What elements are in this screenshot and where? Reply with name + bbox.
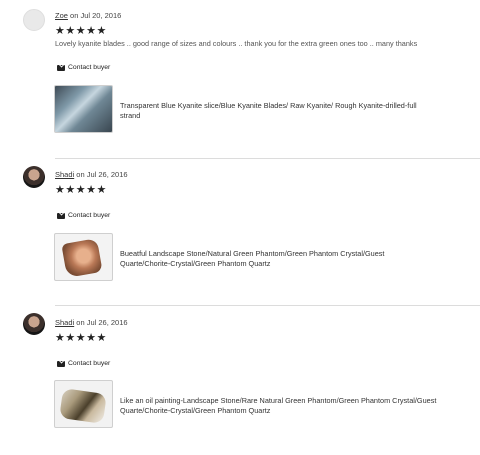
username-link[interactable]: Shadi	[55, 318, 74, 327]
star-rating: ★★★★★	[55, 25, 107, 37]
listing-title-line: strand	[120, 111, 141, 120]
listing-title[interactable]: Bueatful Landscape Stone/Natural Green P…	[120, 249, 384, 269]
contact-buyer-label: Contact buyer	[68, 360, 111, 367]
listing-title-line: Bueatful Landscape Stone/Natural Green P…	[120, 249, 385, 258]
avatar[interactable]	[23, 313, 45, 335]
review-date: on Jul 26, 2016	[76, 318, 128, 327]
mail-icon	[57, 360, 65, 367]
review-divider	[55, 305, 480, 306]
contact-buyer-label: Contact buyer	[68, 64, 111, 71]
review-meta: Zoe on Jul 20, 2016	[55, 11, 121, 20]
listing-thumbnail[interactable]	[54, 380, 113, 428]
mail-icon	[57, 64, 65, 71]
contact-buyer-button[interactable]: Contact buyer	[57, 212, 110, 219]
avatar[interactable]	[23, 166, 45, 188]
listing-title[interactable]: Transparent Blue Kyanite slice/Blue Kyan…	[120, 101, 417, 121]
star-rating: ★★★★★	[55, 332, 107, 344]
review-meta: Shadi on Jul 26, 2016	[55, 170, 128, 179]
listing-title-line: Transparent Blue Kyanite slice/Blue Kyan…	[120, 101, 417, 110]
contact-buyer-button[interactable]: Contact buyer	[57, 64, 110, 71]
username-link[interactable]: Shadi	[55, 170, 74, 179]
listing-title-line: Like an oil painting-Landscape Stone/Rar…	[120, 396, 437, 405]
mail-icon	[57, 212, 65, 219]
listing-thumbnail[interactable]	[54, 85, 113, 133]
stone-image	[61, 238, 103, 278]
username-link[interactable]: Zoe	[55, 11, 68, 20]
listing-title[interactable]: Like an oil painting-Landscape Stone/Rar…	[120, 396, 436, 416]
review-divider	[55, 158, 480, 159]
review-meta: Shadi on Jul 26, 2016	[55, 318, 128, 327]
contact-buyer-button[interactable]: Contact buyer	[57, 360, 110, 367]
listing-title-line: Quarte/Chorite-Crystal/Green Phantom Qua…	[120, 406, 271, 415]
contact-buyer-label: Contact buyer	[68, 212, 111, 219]
review-date: on Jul 20, 2016	[70, 11, 122, 20]
listing-title-line: Quarte/Chorite-Crystal/Green Phantom Qua…	[120, 259, 271, 268]
listing-thumbnail[interactable]	[54, 233, 113, 281]
star-rating: ★★★★★	[55, 184, 107, 196]
stone-image	[59, 388, 107, 424]
review-text: Lovely kyanite blades .. good range of s…	[55, 39, 418, 48]
avatar[interactable]	[23, 9, 45, 31]
review-date: on Jul 26, 2016	[76, 170, 128, 179]
